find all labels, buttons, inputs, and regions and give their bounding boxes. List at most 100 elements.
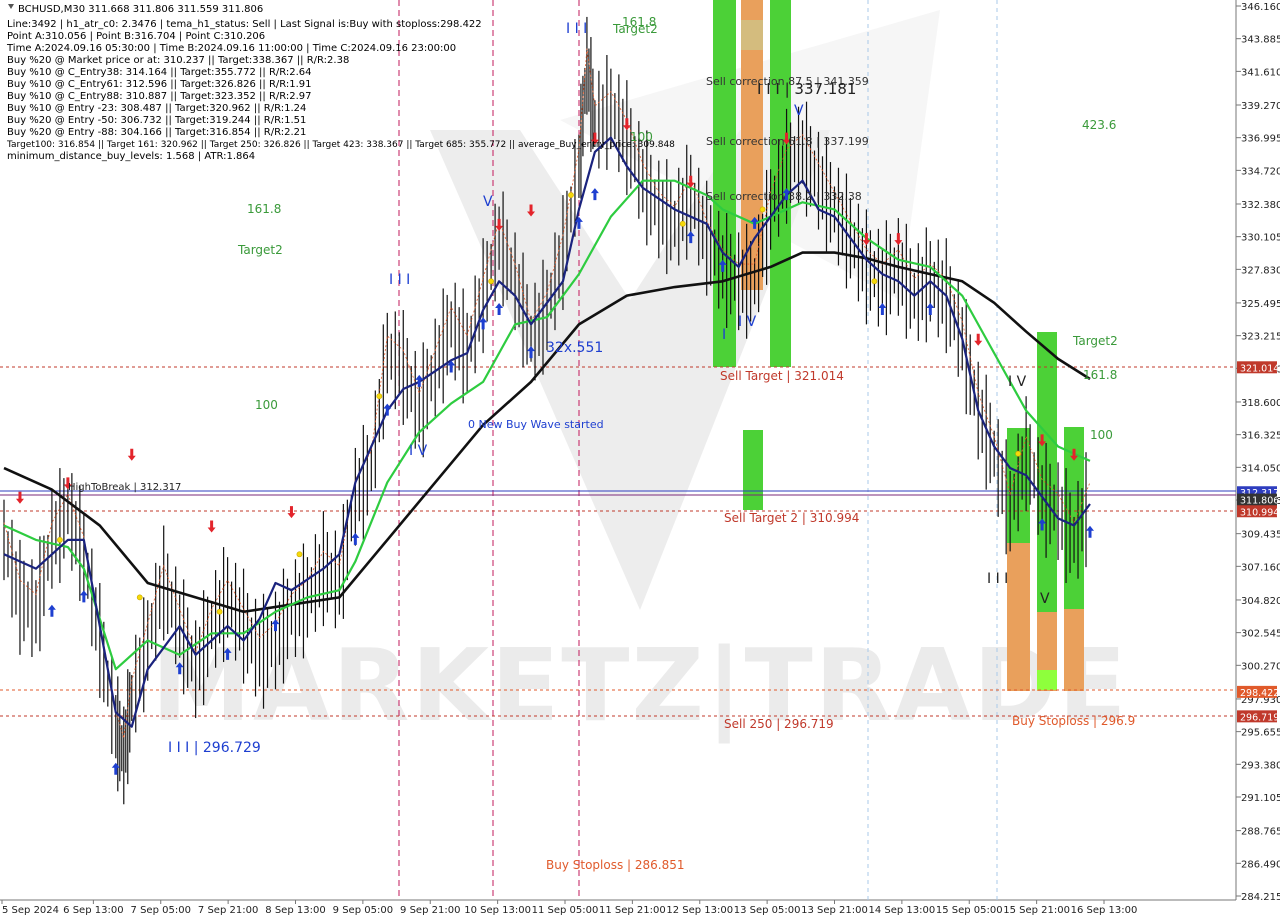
chart-window: MARKETZ|TRADE Target2 161.8 100 I I I | … bbox=[0, 0, 1280, 920]
y-tick-label: 327.830 bbox=[1241, 265, 1280, 276]
buy-stoploss-label: Buy Stoploss | 296.9 bbox=[1012, 714, 1135, 728]
y-tick-label: 291.105 bbox=[1241, 793, 1280, 804]
wave-label-iii: I I I bbox=[987, 571, 1008, 587]
fib-423-label: 423.6 bbox=[1082, 118, 1116, 132]
x-tick-label: 13 Sep 21:00 bbox=[801, 905, 868, 916]
x-tick-label: 14 Sep 13:00 bbox=[869, 905, 936, 916]
x-tick-label: 8 Sep 13:00 bbox=[265, 905, 325, 916]
signal-dot-icon bbox=[871, 278, 878, 285]
x-tick-label: 11 Sep 05:00 bbox=[532, 905, 599, 916]
price-badge: 311.806 bbox=[1237, 493, 1279, 507]
x-tick-label: 7 Sep 05:00 bbox=[131, 905, 191, 916]
signal-bar-orange bbox=[1007, 543, 1030, 691]
sell-250-label: Sell 250 | 296.719 bbox=[724, 717, 834, 731]
info-line: Buy %10 @ C_Entry88: 310.887 || Target:3… bbox=[7, 91, 312, 102]
y-tick-label: 332.380 bbox=[1241, 200, 1280, 211]
y-tick-label: 325.495 bbox=[1241, 299, 1280, 310]
x-tick-label: 15 Sep 05:00 bbox=[936, 905, 1003, 916]
y-tick-label: 336.995 bbox=[1241, 134, 1280, 145]
y-tick-label: 302.545 bbox=[1241, 629, 1280, 640]
info-line: Buy %20 @ Entry -50: 306.732 || Target:3… bbox=[7, 115, 306, 126]
y-tick-label: 330.105 bbox=[1241, 233, 1280, 244]
info-line: Buy %10 @ C_Entry61: 312.596 || Target:3… bbox=[7, 79, 312, 90]
y-tick-label: 295.655 bbox=[1241, 728, 1280, 739]
x-tick-label: 13 Sep 05:00 bbox=[734, 905, 801, 916]
y-tick-label: 300.270 bbox=[1241, 661, 1280, 672]
sell-target2-label: Sell Target 2 | 310.994 bbox=[724, 511, 859, 525]
wave-label-iv: I V bbox=[738, 314, 757, 330]
x-tick-label: 10 Sep 13:00 bbox=[464, 905, 531, 916]
x-tick-label: 7 Sep 21:00 bbox=[198, 905, 258, 916]
x-tick-label: 9 Sep 05:00 bbox=[333, 905, 393, 916]
price-badge: 321.014 bbox=[1237, 361, 1279, 374]
wave-label-low: I I I | 296.729 bbox=[168, 740, 261, 756]
chart-svg: MARKETZ|TRADE Target2 161.8 100 I I I | … bbox=[0, 0, 1280, 920]
fib-100-label: 100 bbox=[1090, 428, 1113, 442]
wave-label-337: I I I | 337.181 bbox=[757, 80, 856, 98]
wave-label-v: V bbox=[1040, 591, 1050, 607]
x-tick-label: 16 Sep 13:00 bbox=[1071, 905, 1138, 916]
info-line: Buy %10 @ C_Entry38: 314.164 || Target:3… bbox=[7, 67, 312, 78]
price-badge-label: 321.014 bbox=[1240, 363, 1279, 374]
x-tick-label: 6 Sep 13:00 bbox=[63, 905, 123, 916]
signal-dot-icon bbox=[488, 278, 495, 285]
wave-label-iii-top: I I I bbox=[566, 21, 587, 37]
signal-bar-green bbox=[743, 430, 763, 510]
price-badge-label: 298.422 bbox=[1240, 688, 1279, 699]
wave-label-iv: I V bbox=[409, 443, 428, 459]
x-tick-label: 5 Sep 2024 bbox=[2, 905, 59, 916]
x-tick-label: 11 Sep 21:00 bbox=[599, 905, 666, 916]
info-line: Buy %20 @ Entry -88: 304.166 || Target:3… bbox=[7, 127, 306, 138]
y-tick-label: 288.765 bbox=[1241, 827, 1280, 838]
x-tick-label: 15 Sep 21:00 bbox=[1003, 905, 1070, 916]
info-line: Buy %20 @ Market price or at: 310.237 ||… bbox=[7, 55, 349, 66]
info-line: Buy %10 @ Entry -23: 308.487 || Target:3… bbox=[7, 103, 306, 114]
signal-bar-tint bbox=[741, 20, 763, 50]
y-tick-label: 309.435 bbox=[1241, 530, 1280, 541]
price-badge: 296.719 bbox=[1237, 710, 1279, 723]
price-badge: 298.422 bbox=[1237, 685, 1279, 699]
sell-correction-382-label: Sell correction 38.2 | 332.38 bbox=[706, 190, 862, 203]
y-tick-label: 314.050 bbox=[1241, 463, 1280, 474]
price-badge: 310.994 bbox=[1237, 505, 1279, 518]
x-tick-label: 12 Sep 13:00 bbox=[666, 905, 733, 916]
y-tick-label: 286.490 bbox=[1241, 859, 1280, 870]
y-tick-label: 284.215 bbox=[1241, 892, 1280, 903]
fib-161-label: 161.8 bbox=[1083, 368, 1117, 382]
y-tick-label: 293.380 bbox=[1241, 760, 1280, 771]
target2-label: Target2 bbox=[237, 243, 283, 257]
sell-target-label: Sell Target | 321.014 bbox=[720, 369, 844, 383]
new-buy-wave-label: 0 New Buy Wave started bbox=[468, 418, 604, 431]
price-axis: 346.160 343.885 341.610 339.270 336.995 334.7… bbox=[1236, 2, 1280, 903]
buy-stoploss-label: Buy Stoploss | 286.851 bbox=[546, 858, 685, 872]
y-tick-label: 346.160 bbox=[1241, 2, 1280, 13]
y-tick-label: 323.215 bbox=[1241, 332, 1280, 343]
signal-dot-icon bbox=[679, 220, 686, 227]
wave-label-v: V bbox=[483, 194, 493, 210]
info-line: minimum_distance_buy_levels: 1.568 | ATR… bbox=[7, 151, 255, 162]
y-tick-label: 316.325 bbox=[1241, 431, 1280, 442]
signal-dot-icon bbox=[1015, 450, 1022, 457]
high-to-break-label: HighToBreak | 312.317 bbox=[68, 482, 181, 493]
info-line: Point A:310.056 | Point B:316.704 | Poin… bbox=[7, 31, 265, 42]
signal-dot-icon bbox=[759, 206, 766, 213]
sell-correction-618-label: Sell correction 61.8 | 337.199 bbox=[706, 135, 869, 148]
y-tick-label: 318.600 bbox=[1241, 398, 1280, 409]
signal-dot-icon bbox=[56, 536, 63, 543]
watermark-text: MARKETZ|TRADE bbox=[152, 627, 1129, 744]
signal-bar-lime bbox=[1037, 670, 1057, 690]
signal-dot-icon bbox=[296, 551, 303, 558]
x-tick-label: 9 Sep 21:00 bbox=[400, 905, 460, 916]
y-tick-label: 339.270 bbox=[1241, 101, 1280, 112]
signal-dot-icon bbox=[376, 393, 383, 400]
signal-bar-green bbox=[1037, 332, 1057, 612]
wave-price-label: 32x.551 bbox=[546, 340, 603, 356]
y-tick-label: 307.160 bbox=[1241, 562, 1280, 573]
signal-dot-icon bbox=[568, 192, 574, 198]
signal-bar-green bbox=[770, 0, 791, 367]
info-line: Line:3492 | h1_atr_c0: 2.3476 | tema_h1_… bbox=[7, 19, 482, 30]
y-tick-label: 304.820 bbox=[1241, 596, 1280, 607]
price-badge-label: 296.719 bbox=[1240, 712, 1279, 723]
price-badge-label: 310.994 bbox=[1240, 507, 1279, 518]
wave-label-iii: I I I bbox=[389, 272, 410, 288]
